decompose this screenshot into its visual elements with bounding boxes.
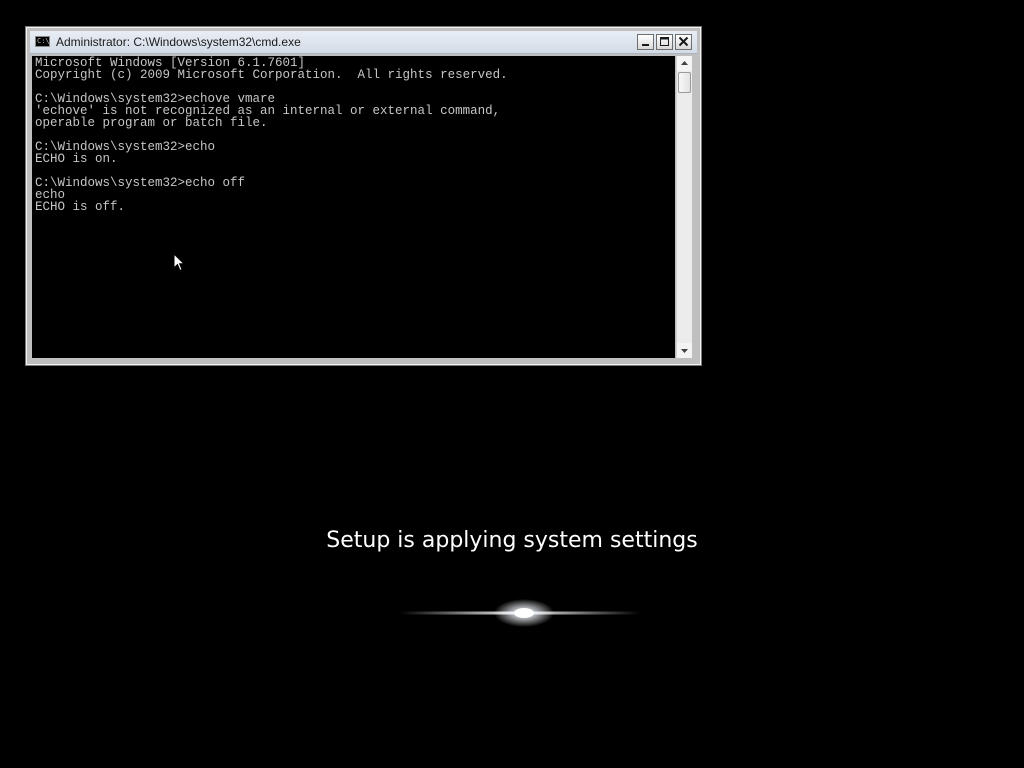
vertical-scrollbar[interactable]	[676, 56, 692, 358]
cmd-window[interactable]: C:\ Administrator: C:\Windows\system32\c…	[25, 26, 702, 366]
console-line: ECHO is off.	[35, 200, 126, 214]
cmd-icon-glyph: C:\	[37, 37, 50, 45]
scroll-thumb[interactable]	[678, 72, 691, 93]
setup-screen: C:\ Administrator: C:\Windows\system32\c…	[0, 0, 1024, 768]
scroll-up-button[interactable]	[677, 56, 692, 71]
console-line: Copyright (c) 2009 Microsoft Corporation…	[35, 68, 508, 82]
console-line: C:\Windows\system32>echo off	[35, 176, 246, 190]
close-icon	[678, 36, 689, 47]
progress-glow-icon	[400, 599, 640, 627]
maximize-button[interactable]	[656, 34, 673, 50]
console-text: Microsoft Windows [Version 6.1.7601] Cop…	[32, 56, 675, 214]
maximize-icon	[660, 37, 669, 46]
title-bar[interactable]: C:\ Administrator: C:\Windows\system32\c…	[30, 31, 697, 54]
console-line: operable program or batch file.	[35, 116, 268, 130]
close-button[interactable]	[675, 34, 692, 50]
cmd-icon[interactable]: C:\	[35, 36, 50, 47]
scroll-down-button[interactable]	[677, 343, 692, 358]
console-output[interactable]: Microsoft Windows [Version 6.1.7601] Cop…	[32, 56, 675, 358]
setup-status-text: Setup is applying system settings	[326, 528, 698, 553]
minimize-icon	[642, 44, 649, 46]
window-title: Administrator: C:\Windows\system32\cmd.e…	[56, 35, 301, 49]
arrow-up-icon	[681, 61, 688, 65]
arrow-down-icon	[681, 349, 688, 353]
console-line: ECHO is on.	[35, 152, 118, 166]
mouse-cursor-icon	[173, 253, 185, 272]
minimize-button[interactable]	[637, 34, 654, 50]
